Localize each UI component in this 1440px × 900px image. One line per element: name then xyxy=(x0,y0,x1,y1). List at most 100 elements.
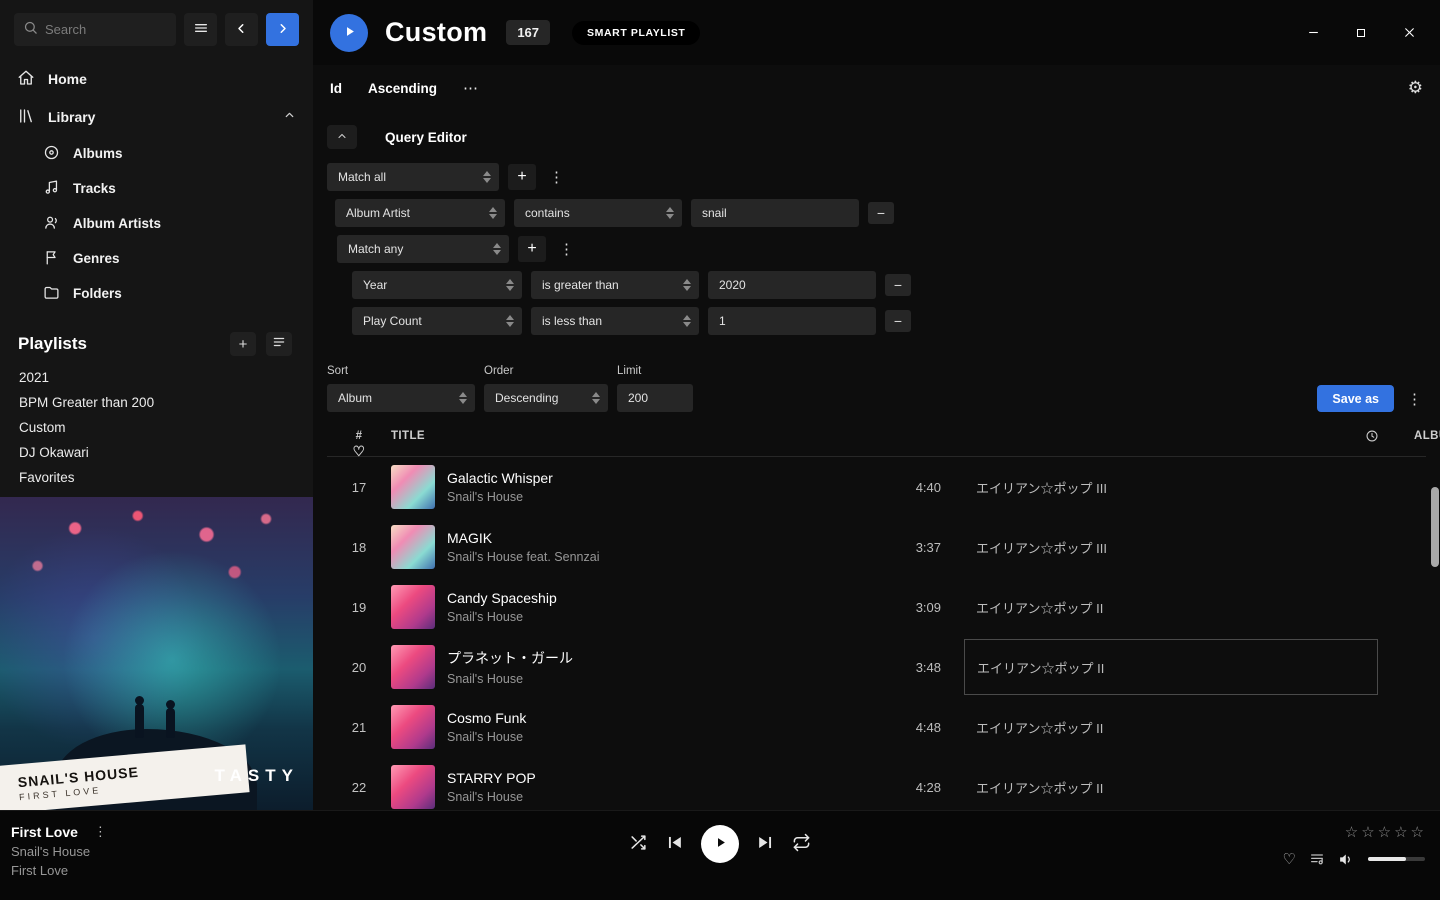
sort-direction-button[interactable]: Ascending xyxy=(368,81,437,96)
table-row[interactable]: 17 Galactic Whisper Snail's House 4:40 エ… xyxy=(327,457,1426,517)
table-row[interactable]: 18 MAGIK Snail's House feat. Sennzai 3:3… xyxy=(327,517,1426,577)
flag-icon xyxy=(43,249,60,269)
menu-button[interactable] xyxy=(184,13,217,46)
sidebar-item-genres[interactable]: Genres xyxy=(0,241,313,276)
now-playing-album: First Love xyxy=(11,863,111,878)
rule-field-select[interactable]: Year xyxy=(352,271,522,299)
playlist-item[interactable]: Favorites xyxy=(0,465,313,490)
next-button[interactable] xyxy=(756,833,775,855)
add-rule-button[interactable]: + xyxy=(518,236,546,262)
playlist-view-button[interactable] xyxy=(266,332,292,356)
remove-rule-button[interactable]: − xyxy=(885,310,911,332)
sort-select[interactable]: Album xyxy=(327,384,475,412)
star-icon[interactable]: ☆ xyxy=(1411,823,1425,841)
sidebar-item-albums[interactable]: Albums xyxy=(0,136,313,171)
now-playing-menu-icon[interactable]: ⋮ xyxy=(90,824,111,840)
shuffle-button[interactable] xyxy=(629,833,648,855)
rule-field-select[interactable]: Play Count xyxy=(352,307,522,335)
group-menu-icon[interactable]: ⋮ xyxy=(545,168,568,186)
track-number: 21 xyxy=(327,720,391,735)
player-right-controls: ☆ ☆ ☆ ☆ ☆ ♡ xyxy=(1283,823,1425,868)
query-rule-row: Album Artist contains − xyxy=(335,199,1426,227)
list-icon xyxy=(272,335,286,353)
track-album: エイリアン☆ポップ III xyxy=(976,481,1107,496)
limit-input[interactable] xyxy=(617,384,693,412)
scrollbar-thumb[interactable] xyxy=(1431,487,1439,567)
minimize-button[interactable] xyxy=(1302,22,1324,44)
star-icon[interactable]: ☆ xyxy=(1394,823,1408,841)
queue-icon[interactable] xyxy=(1309,851,1325,867)
column-title[interactable]: TITLE xyxy=(391,430,831,442)
add-playlist-button[interactable]: + xyxy=(230,332,256,356)
sort-field-button[interactable]: Id xyxy=(330,81,342,96)
collapse-button[interactable] xyxy=(327,125,357,149)
rule-value-input[interactable] xyxy=(691,199,859,227)
search-input[interactable] xyxy=(45,22,167,37)
chevron-up-icon[interactable] xyxy=(283,109,296,125)
previous-button[interactable] xyxy=(665,833,684,855)
sidebar-item-tracks[interactable]: Tracks xyxy=(0,171,313,206)
now-playing-artist: Snail's House xyxy=(11,844,111,859)
forward-button[interactable] xyxy=(266,13,299,46)
settings-gear-icon[interactable]: ⚙ xyxy=(1408,78,1423,98)
rating-stars: ☆ ☆ ☆ ☆ ☆ xyxy=(1345,823,1425,841)
rule-operator-select[interactable]: is greater than xyxy=(531,271,699,299)
back-button[interactable] xyxy=(225,13,258,46)
now-playing-cover-art[interactable]: SNAIL'S HOUSE FIRST LOVE TASTY xyxy=(0,497,313,810)
hamburger-icon xyxy=(193,20,209,39)
column-index[interactable]: # xyxy=(327,430,391,442)
rule-field-select[interactable]: Album Artist xyxy=(335,199,505,227)
sidebar-item-album-artists[interactable]: Album Artists xyxy=(0,206,313,241)
sidebar-item-folders[interactable]: Folders xyxy=(0,276,313,311)
match-type-select[interactable]: Match any xyxy=(337,235,509,263)
play-pause-button[interactable] xyxy=(701,825,739,863)
sidebar-item-home[interactable]: Home xyxy=(0,60,313,98)
close-button[interactable] xyxy=(1398,22,1420,44)
remove-rule-button[interactable]: − xyxy=(868,202,894,224)
library-icon xyxy=(17,107,35,128)
remove-rule-button[interactable]: − xyxy=(885,274,911,296)
skip-next-icon xyxy=(756,833,775,855)
table-row[interactable]: 20 プラネット・ガール Snail's House 3:48 エイリアン☆ポッ… xyxy=(327,637,1426,697)
maximize-button[interactable] xyxy=(1350,22,1372,44)
rule-value-input[interactable] xyxy=(708,271,876,299)
more-options-icon[interactable]: ⋯ xyxy=(463,79,478,97)
playlist-item[interactable]: DJ Okawari xyxy=(0,440,313,465)
select-arrows-icon xyxy=(451,392,467,404)
repeat-button[interactable] xyxy=(792,833,811,855)
search-box[interactable] xyxy=(14,13,176,46)
playlist-item[interactable]: 2021 xyxy=(0,365,313,390)
volume-slider[interactable] xyxy=(1368,857,1425,861)
order-label: Order xyxy=(484,365,608,377)
favorite-heart-icon[interactable]: ♡ xyxy=(1283,850,1296,868)
sort-label: Sort xyxy=(327,365,475,377)
rule-operator-select[interactable]: contains xyxy=(514,199,682,227)
table-row[interactable]: 21 Cosmo Funk Snail's House 4:48 エイリアン☆ポ… xyxy=(327,697,1426,757)
save-as-button[interactable]: Save as xyxy=(1317,385,1394,412)
duration-clock-icon[interactable] xyxy=(1365,429,1379,443)
match-type-select[interactable]: Match all xyxy=(327,163,499,191)
favorite-heart-icon[interactable]: ♡ xyxy=(353,443,366,460)
star-icon[interactable]: ☆ xyxy=(1361,823,1375,841)
sidebar-item-library[interactable]: Library xyxy=(0,98,313,136)
star-icon[interactable]: ☆ xyxy=(1378,823,1392,841)
focused-album-cell[interactable]: エイリアン☆ポップ II xyxy=(964,639,1378,695)
column-album[interactable]: ALBUM xyxy=(1379,430,1426,442)
add-rule-button[interactable]: + xyxy=(508,164,536,190)
playlist-item[interactable]: Custom xyxy=(0,415,313,440)
rule-operator-select[interactable]: is less than xyxy=(531,307,699,335)
playlist-item[interactable]: BPM Greater than 200 xyxy=(0,390,313,415)
order-select[interactable]: Descending xyxy=(484,384,608,412)
volume-icon[interactable] xyxy=(1338,851,1355,868)
star-icon[interactable]: ☆ xyxy=(1345,823,1359,841)
sidebar: Home Library Albums xyxy=(0,0,313,810)
group-menu-icon[interactable]: ⋮ xyxy=(555,240,578,258)
save-menu-icon[interactable]: ⋮ xyxy=(1403,385,1426,412)
query-editor-title: Query Editor xyxy=(385,130,467,145)
match-group-row: Match all + ⋮ xyxy=(327,163,1426,191)
table-row[interactable]: 22 STARRY POP Snail's House 4:28 エイリアン☆ポ… xyxy=(327,757,1426,810)
rule-value-input[interactable] xyxy=(708,307,876,335)
table-row[interactable]: 19 Candy Spaceship Snail's House 3:09 エイ… xyxy=(327,577,1426,637)
skip-previous-icon xyxy=(665,833,684,855)
play-playlist-button[interactable] xyxy=(330,14,368,52)
